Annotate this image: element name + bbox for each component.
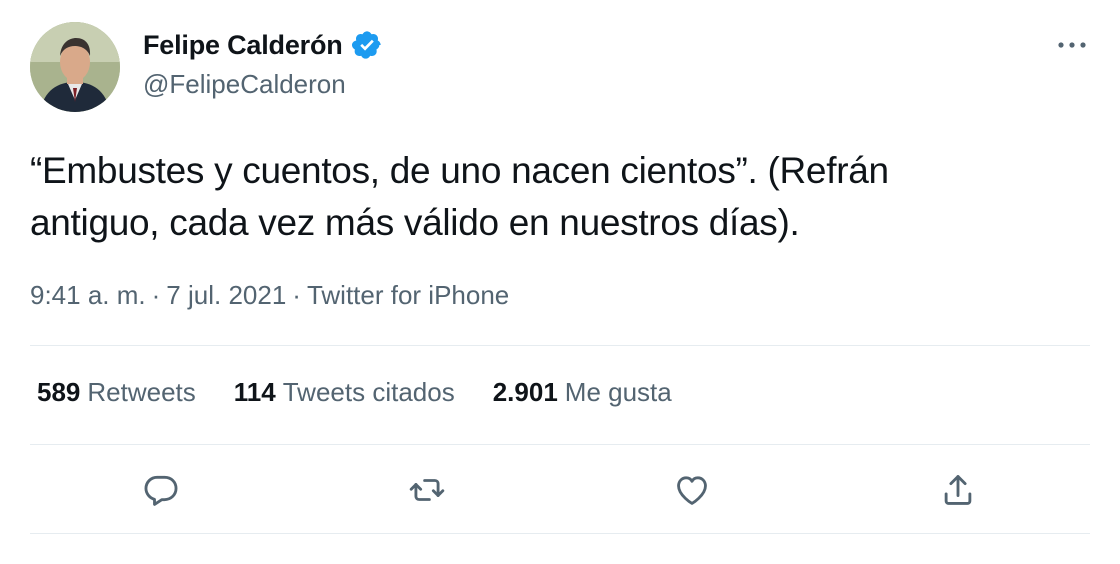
heart-icon [677,476,707,505]
tweet-date[interactable]: 7 jul. 2021 [166,280,286,311]
retweet-icon [409,479,445,501]
retweets-label: Retweets [87,377,196,407]
likes-stat[interactable]: 2.901 Me gusta [493,377,672,408]
divider [30,444,1090,445]
tweet-text-line-1: “Embustes y cuentos, de uno nacen ciento… [30,150,889,191]
retweets-count: 589 [37,377,81,407]
tweet-meta: 9:41 a. m. · 7 jul. 2021 · Twitter for i… [30,280,509,311]
share-button[interactable] [933,465,983,515]
profile-photo-icon [30,22,120,112]
divider [30,533,1090,534]
retweets-stat[interactable]: 589 Retweets [37,377,196,408]
avatar[interactable] [30,22,120,112]
tweet-card: Felipe Calderón @FelipeCalderon “Embuste… [0,0,1120,564]
tweet-text: “Embustes y cuentos, de uno nacen ciento… [30,145,1090,249]
likes-count: 2.901 [492,377,558,407]
author-name-row: Felipe Calderón [143,28,383,62]
tweet-stats: 589 Retweets 114 Tweets citados 2.901 Me… [37,377,710,408]
divider [30,345,1090,346]
share-icon [944,475,972,505]
quote-tweets-label: Tweets citados [282,377,455,407]
meta-separator: · [292,280,301,310]
likes-label: Me gusta [564,377,672,407]
display-name[interactable]: Felipe Calderón [143,30,343,61]
quote-tweets-count: 114 [233,377,276,407]
more-options-button[interactable] [1054,30,1090,60]
reply-button[interactable] [136,465,186,515]
tweet-text-line-2: antiguo, cada vez más válido en nuestros… [30,202,800,243]
tweet-time[interactable]: 9:41 a. m. [30,280,146,311]
more-icon [1058,42,1086,48]
tweet-source[interactable]: Twitter for iPhone [307,280,509,311]
like-button[interactable] [667,465,717,515]
tweet-actions [0,465,1120,515]
meta-separator: · [151,280,161,310]
reply-icon [144,475,178,506]
retweet-button[interactable] [402,465,452,515]
verified-badge-icon [351,29,383,61]
author-handle[interactable]: @FelipeCalderon [143,69,346,100]
quote-tweets-stat[interactable]: 114 Tweets citados [234,377,455,408]
